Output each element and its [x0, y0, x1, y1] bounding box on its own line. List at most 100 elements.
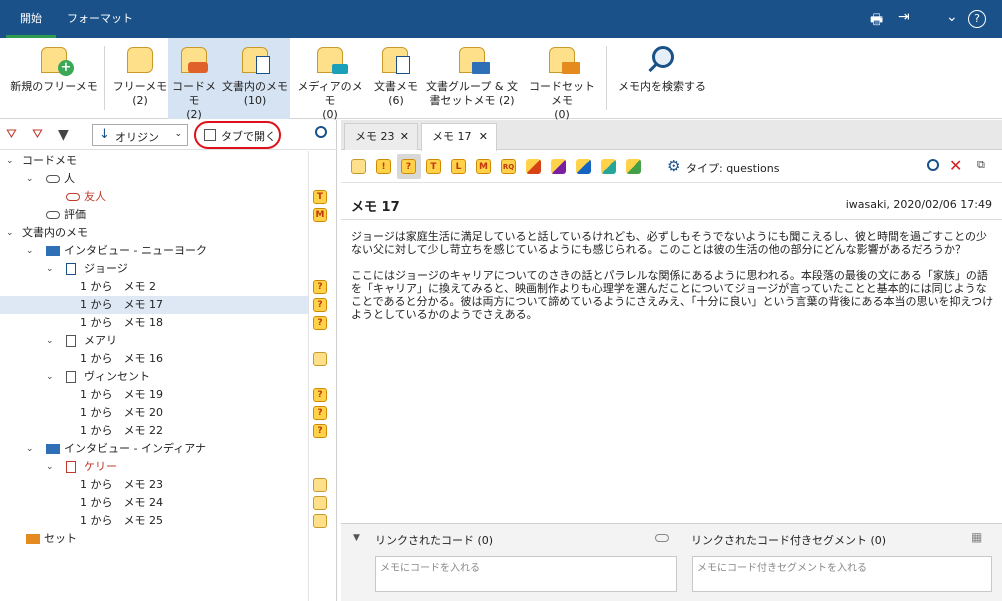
- tree-node-vincent[interactable]: ⌄ ヴィンセント: [0, 368, 308, 386]
- tree-node-memo-22[interactable]: 1 から メモ 22: [0, 422, 308, 440]
- delete-icon[interactable]: ✕: [949, 156, 962, 175]
- memo-color-green-icon[interactable]: [626, 159, 641, 174]
- tree-node-memo-20[interactable]: 1 から メモ 20: [0, 404, 308, 422]
- divider: [606, 46, 607, 110]
- memo-icon: [313, 478, 327, 492]
- memo-tree-pane: ⛛ ⛛ ▼ ↓ オリジン ⌄ タブで開く ⌄ コードメモ ⌄ 人 友人 T 評価 M…: [0, 120, 337, 601]
- literature-icon[interactable]: L: [451, 159, 466, 174]
- memo-color-blue-icon[interactable]: [576, 159, 591, 174]
- question-badge: ?: [313, 298, 327, 312]
- tab-format[interactable]: フォーマット: [64, 0, 136, 38]
- search-icon[interactable]: [315, 126, 327, 138]
- memo-body[interactable]: ジョージは家庭生活に満足していると話しているけれども、必ずしもそうでないようにも…: [351, 230, 997, 321]
- segment-drop-field[interactable]: メモにコード付きセグメントを入れる: [692, 556, 992, 592]
- tree-node-doc-memos[interactable]: ⌄ 文書内のメモ: [0, 224, 308, 242]
- tree-node-interview-ny[interactable]: ⌄ インタビュー - ニューヨーク: [0, 242, 308, 260]
- close-icon[interactable]: ✕: [479, 124, 488, 150]
- collapse-icon[interactable]: ▼: [353, 533, 360, 543]
- print-icon[interactable]: 🖶: [870, 9, 883, 33]
- method-icon[interactable]: M: [476, 159, 491, 174]
- question-icon[interactable]: ?: [401, 159, 416, 174]
- folder-icon: [472, 62, 490, 74]
- tab-memo-17[interactable]: メモ 17 ✕: [421, 123, 497, 151]
- exclamation-icon[interactable]: !: [376, 159, 391, 174]
- codeset-memo-button[interactable]: コードセットメモ (0): [524, 38, 600, 121]
- filter-icon[interactable]: ▼: [58, 127, 69, 143]
- code-memo-button[interactable]: コードメモ (2): [168, 38, 220, 121]
- doc-inner-memo-button[interactable]: 文書内のメモ (10): [220, 38, 290, 119]
- filter-memo-icon[interactable]: ⛛: [6, 128, 20, 142]
- popout-icon[interactable]: ⧉: [977, 158, 985, 172]
- search-icon[interactable]: [927, 159, 939, 171]
- open-in-tab-checkbox[interactable]: [204, 129, 216, 141]
- tree-node-memo-16[interactable]: 1 から メモ 16: [0, 350, 308, 368]
- document-icon: [66, 263, 76, 275]
- tree-node-code-memo[interactable]: ⌄ コードメモ: [0, 152, 308, 170]
- doc-tab-strip: メモ 23 ✕ メモ 17 ✕: [341, 120, 1002, 151]
- memo-type-toolbar: ! ? T L M RQ ⚙ タイプ: questions ✕ ⧉: [341, 151, 1002, 183]
- research-question-icon[interactable]: RQ: [501, 159, 516, 174]
- filter-code-icon[interactable]: ⛛: [32, 128, 46, 142]
- table-icon[interactable]: ▦: [971, 530, 982, 544]
- theory-icon[interactable]: T: [426, 159, 441, 174]
- tree-node-set[interactable]: セット: [0, 530, 308, 548]
- search-memo-button[interactable]: メモ内を検索する: [614, 38, 710, 119]
- sort-select[interactable]: ↓ オリジン ⌄: [92, 124, 188, 146]
- tree-node-memo-19[interactable]: 1 から メモ 19: [0, 386, 308, 404]
- document-icon: [66, 371, 76, 383]
- help-icon[interactable]: ?: [968, 10, 986, 28]
- new-free-memo-button[interactable]: + 新規のフリーメモ: [8, 38, 100, 119]
- question-badge: ?: [313, 406, 327, 420]
- memo-paragraph: ここにはジョージのキャリアについてのさきの話とパラレルな関係にあるように思われる…: [351, 269, 994, 321]
- memo-meta: iwasaki, 2020/02/06 17:49: [845, 198, 992, 211]
- memo-icon: [313, 496, 327, 510]
- ribbon: + 新規のフリーメモ フリーメモ (2) コードメモ (2) 文書内のメモ (10) …: [0, 38, 1002, 121]
- tree-node-kelly[interactable]: ⌄ ケリー: [0, 458, 308, 476]
- linked-codes-label: リンクされたコード (0): [375, 534, 494, 547]
- media-memo-button[interactable]: メディアのメモ (0): [292, 38, 368, 121]
- doc-memo-button[interactable]: 文書メモ (6): [372, 38, 420, 119]
- free-memo-icon: [127, 47, 153, 73]
- tree-node-memo-25[interactable]: 1 から メモ 25: [0, 512, 308, 530]
- code-icon[interactable]: [655, 534, 669, 542]
- chevron-down-icon[interactable]: ⌄: [946, 9, 958, 25]
- document-icon: [66, 335, 76, 347]
- document-icon: [256, 56, 270, 74]
- divider: [308, 151, 309, 601]
- tree-node-evaluation[interactable]: 評価: [0, 206, 308, 224]
- close-icon[interactable]: ✕: [400, 124, 409, 150]
- memo-paragraph: ジョージは家庭生活に満足していると話しているけれども、必ずしもそうでないようにも…: [351, 230, 988, 256]
- free-memo-button[interactable]: フリーメモ (2): [112, 38, 168, 119]
- open-in-tab-label: タブで開く: [221, 130, 276, 143]
- tree-node-friend[interactable]: 友人: [0, 188, 308, 206]
- memo-color-purple-icon[interactable]: [551, 159, 566, 174]
- memo-color-red-icon[interactable]: [526, 159, 541, 174]
- memo-color-teal-icon[interactable]: [601, 159, 616, 174]
- tree-node-memo-24[interactable]: 1 から メモ 24: [0, 494, 308, 512]
- tree-node-memo-18[interactable]: 1 から メモ 18: [0, 314, 308, 332]
- tree-node-memo-17[interactable]: 1 から メモ 17: [0, 296, 308, 314]
- folder-icon: [26, 534, 40, 544]
- tab-start[interactable]: 開始: [6, 0, 56, 38]
- gear-icon[interactable]: ⚙: [667, 157, 680, 175]
- memo-plain-icon[interactable]: [351, 159, 366, 174]
- tree-node-mary[interactable]: ⌄ メアリ: [0, 332, 308, 350]
- code-drop-field[interactable]: メモにコードを入れる: [375, 556, 677, 592]
- left-toolbar: ⛛ ⛛ ▼ ↓ オリジン ⌄ タブで開く: [0, 120, 337, 150]
- docgroup-memo-button[interactable]: 文書グループ & 文書セットメモ (2): [422, 38, 522, 119]
- question-badge: ?: [313, 316, 327, 330]
- tree-node-person[interactable]: ⌄ 人: [0, 170, 308, 188]
- tree-node-interview-in[interactable]: ⌄ インタビュー - インディアナ: [0, 440, 308, 458]
- memo-icon: [313, 352, 327, 366]
- code-tag-icon: [188, 62, 208, 73]
- memo-type-badge: T: [313, 190, 327, 204]
- linked-panel: ▼ リンクされたコード (0) リンクされたコード付きセグメント (0) ▦ メ…: [341, 523, 1002, 601]
- folder-icon: [46, 444, 60, 454]
- exit-icon[interactable]: ⇥: [898, 9, 910, 25]
- tree-node-memo-23[interactable]: 1 から メモ 23: [0, 476, 308, 494]
- tree-node-george[interactable]: ⌄ ジョージ: [0, 260, 308, 278]
- tree-node-memo-2[interactable]: 1 から メモ 2: [0, 278, 308, 296]
- tab-memo-23[interactable]: メモ 23 ✕: [344, 123, 418, 150]
- folder-icon: [46, 246, 60, 256]
- code-icon: [46, 175, 60, 183]
